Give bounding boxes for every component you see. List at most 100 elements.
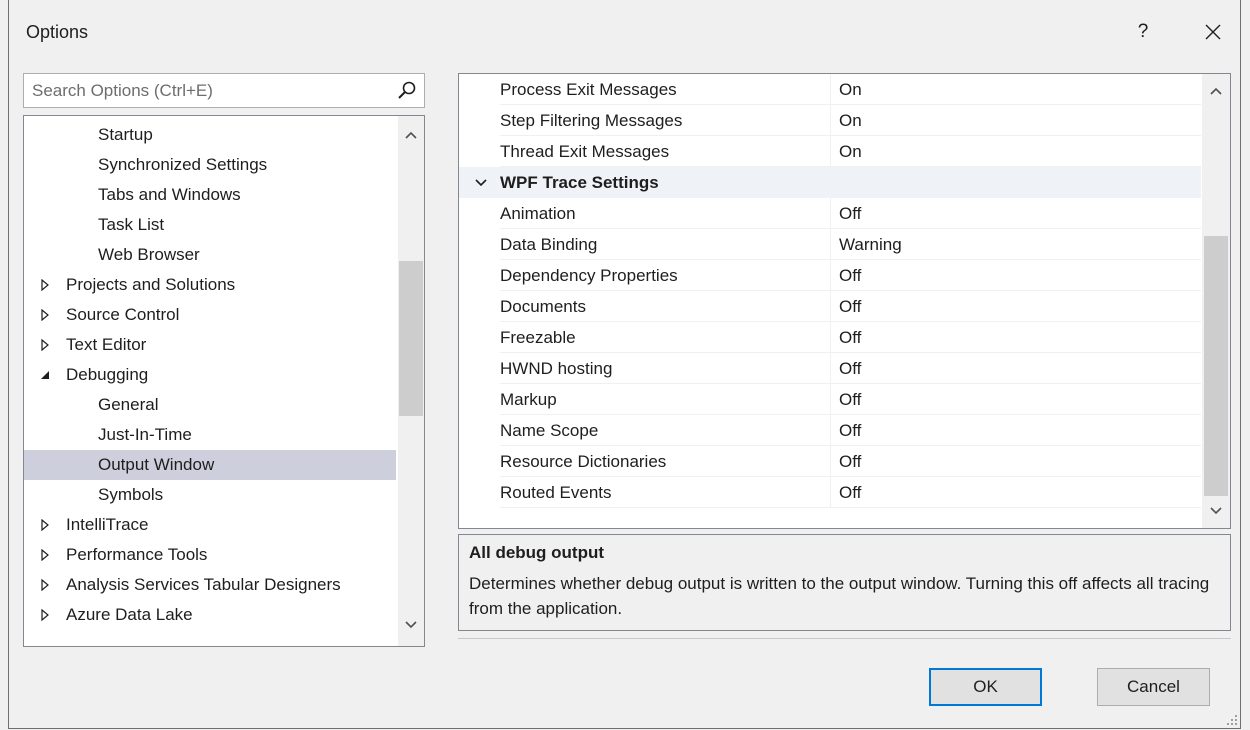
category-name: WPF Trace Settings: [500, 173, 659, 192]
property-value[interactable]: On: [839, 136, 862, 167]
expand-arrow-icon[interactable]: [39, 519, 51, 531]
tree-item-label: Projects and Solutions: [66, 275, 236, 294]
property-name: Process Exit Messages: [500, 80, 677, 99]
expand-arrow-icon[interactable]: [39, 279, 51, 291]
help-button[interactable]: ?: [1131, 18, 1155, 46]
tree-item-label: Tabs and Windows: [98, 185, 241, 204]
column-separator: [830, 477, 831, 508]
tree-item[interactable]: Web Browser: [24, 240, 396, 270]
property-name: Step Filtering Messages: [500, 111, 683, 130]
tree-scrollbar-thumb[interactable]: [399, 261, 423, 416]
expand-arrow-icon[interactable]: [39, 579, 51, 591]
tree-item[interactable]: Synchronized Settings: [24, 150, 396, 180]
tree-item[interactable]: Output Window: [24, 450, 396, 480]
tree-item[interactable]: Analysis Services Tabular Designers: [24, 570, 396, 600]
scroll-down-icon[interactable]: [404, 618, 418, 632]
property-grid[interactable]: Process Exit Messages On Step Filtering Me…: [458, 73, 1231, 529]
property-row[interactable]: Routed Events Off: [459, 477, 1201, 508]
property-row[interactable]: Dependency Properties Off: [459, 260, 1201, 291]
property-value[interactable]: On: [839, 105, 862, 136]
property-row[interactable]: Name Scope Off: [459, 415, 1201, 446]
property-name: Routed Events: [500, 483, 612, 502]
property-row[interactable]: Documents Off: [459, 291, 1201, 322]
property-name: Name Scope: [500, 421, 599, 440]
column-separator: [830, 353, 831, 384]
search-input[interactable]: [24, 74, 392, 107]
resize-grip-icon[interactable]: [1224, 712, 1238, 726]
tree-item[interactable]: Projects and Solutions: [24, 270, 396, 300]
property-row[interactable]: HWND hosting Off: [459, 353, 1201, 384]
tree-item-label: Startup: [98, 125, 153, 144]
cancel-button[interactable]: Cancel: [1097, 668, 1210, 706]
tree-item-label: Analysis Services Tabular Designers: [66, 575, 341, 594]
expand-arrow-icon[interactable]: [39, 309, 51, 321]
tree-item-label: Web Browser: [98, 245, 200, 264]
scroll-up-icon[interactable]: [1209, 84, 1223, 98]
tree-item-label: Azure Data Lake: [66, 605, 193, 624]
property-value[interactable]: Off: [839, 291, 861, 322]
property-value[interactable]: Off: [839, 198, 861, 229]
options-tree[interactable]: Startup Synchronized Settings Tabs and Win…: [23, 115, 425, 647]
property-value[interactable]: On: [839, 74, 862, 105]
tree-scrollbar[interactable]: [398, 116, 424, 646]
expand-arrow-icon[interactable]: [39, 609, 51, 621]
tree-item[interactable]: Just-In-Time: [24, 420, 396, 450]
search-icon[interactable]: [396, 80, 418, 102]
divider: [458, 638, 1231, 639]
column-separator: [830, 105, 831, 136]
property-value[interactable]: Off: [839, 446, 861, 477]
tree-item[interactable]: IntelliTrace: [24, 510, 396, 540]
property-name: Freezable: [500, 328, 576, 347]
tree-item[interactable]: Text Editor: [24, 330, 396, 360]
tree-item[interactable]: Symbols: [24, 480, 396, 510]
property-value[interactable]: Off: [839, 260, 861, 291]
property-value[interactable]: Off: [839, 415, 861, 446]
property-row[interactable]: Process Exit Messages On: [459, 74, 1201, 105]
property-value[interactable]: Warning: [839, 229, 902, 260]
property-name: Markup: [500, 390, 557, 409]
column-separator: [830, 415, 831, 446]
tree-item[interactable]: Performance Tools: [24, 540, 396, 570]
tree-item[interactable]: General: [24, 390, 396, 420]
property-row[interactable]: Freezable Off: [459, 322, 1201, 353]
expand-arrow-icon[interactable]: [39, 549, 51, 561]
tree-item-label: Task List: [98, 215, 165, 234]
category-row[interactable]: WPF Trace Settings: [459, 167, 1201, 198]
property-row[interactable]: Resource Dictionaries Off: [459, 446, 1201, 477]
property-row[interactable]: Thread Exit Messages On: [459, 136, 1201, 167]
property-row[interactable]: Data Binding Warning: [459, 229, 1201, 260]
tree-item[interactable]: Tabs and Windows: [24, 180, 396, 210]
tree-item[interactable]: Task List: [24, 210, 396, 240]
column-separator: [830, 446, 831, 477]
description-panel: All debug output Determines whether debu…: [458, 534, 1231, 631]
close-icon: [1205, 24, 1221, 40]
ok-button[interactable]: OK: [929, 668, 1042, 706]
collapse-arrow-icon[interactable]: [39, 369, 51, 381]
tree-item[interactable]: Source Control: [24, 300, 396, 330]
options-dialog: Options ? Startup Synchronized Settings Ta…: [8, 0, 1241, 729]
property-name: Data Binding: [500, 235, 598, 254]
property-value[interactable]: Off: [839, 322, 861, 353]
chevron-down-icon[interactable]: [474, 176, 488, 190]
property-value[interactable]: Off: [839, 384, 861, 415]
grid-scrollbar[interactable]: [1202, 74, 1230, 528]
close-button[interactable]: [1199, 18, 1227, 46]
tree-item-label: General: [98, 395, 159, 414]
column-separator: [830, 136, 831, 167]
expand-arrow-icon[interactable]: [39, 339, 51, 351]
tree-item[interactable]: Debugging: [24, 360, 396, 390]
property-row[interactable]: Step Filtering Messages On: [459, 105, 1201, 136]
column-separator: [830, 384, 831, 415]
scroll-down-icon[interactable]: [1209, 504, 1223, 518]
property-value[interactable]: Off: [839, 477, 861, 508]
grid-scrollbar-thumb[interactable]: [1204, 236, 1228, 496]
property-row[interactable]: Markup Off: [459, 384, 1201, 415]
property-row[interactable]: Animation Off: [459, 198, 1201, 229]
dialog-title: Options: [26, 22, 89, 42]
search-box[interactable]: [23, 73, 425, 108]
property-value[interactable]: Off: [839, 353, 861, 384]
tree-item[interactable]: Startup: [24, 120, 396, 150]
tree-item-label: Just-In-Time: [98, 425, 192, 444]
scroll-up-icon[interactable]: [404, 128, 418, 142]
tree-item[interactable]: Azure Data Lake: [24, 600, 396, 630]
